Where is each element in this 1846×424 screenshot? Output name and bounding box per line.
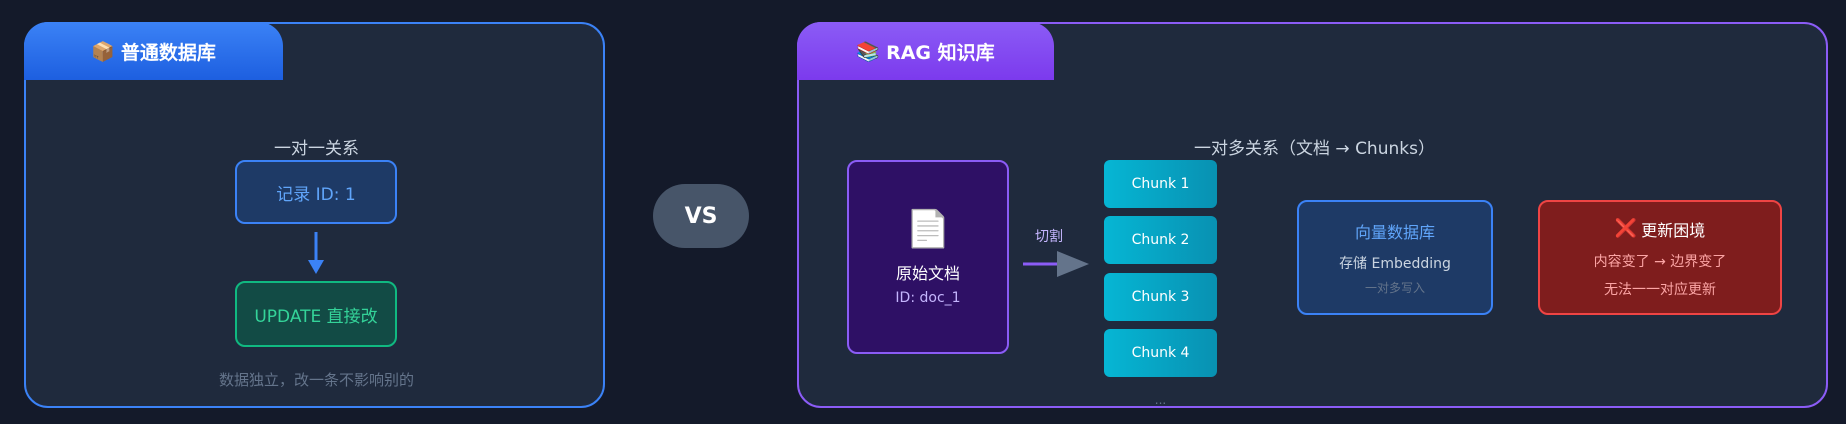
independence-note: 数据独立，改一条不影响别的 [218,371,414,389]
chunk-item: Chunk 3 [1104,273,1217,321]
one-to-many-subtitle: 一对多关系（文档 → Chunks） [1194,139,1435,159]
package-icon: 📦 [91,40,115,63]
record-label: 记录 ID: 1 [276,184,356,205]
down-arrow-icon [308,232,324,274]
update-label: UPDATE 直接改 [254,306,378,327]
books-icon: 📚 [856,40,881,63]
document-id: ID: doc_1 [895,290,961,306]
rag-knowledge-panel: 📚 RAG 知识库 一对多关系（文档 → Chunks） 📄 原始文档 ID: … [797,22,1828,408]
chunk-item: Chunk 4 [1104,329,1217,377]
no-one-to-one-note: 无法一一对应更新 [1604,281,1716,298]
normal-database-panel: 📦 普通数据库 一对一关系 记录 ID: 1 UPDATE 直接改 数据独立，改… [24,22,605,408]
chunks-ellipsis: ... [1154,393,1167,407]
rag-knowledge-title: RAG 知识库 [886,41,995,64]
normal-database-header: 📦 普通数据库 [24,22,283,80]
cross-icon: ❌ [1614,218,1638,239]
original-document-box: 📄 原始文档 ID: doc_1 [847,160,1009,354]
chunk-item: Chunk 1 [1104,160,1217,208]
boundary-change-note: 内容变了 → 边界变了 [1593,253,1727,270]
one-to-one-subtitle: 一对一关系 [274,139,359,159]
normal-database-title: 普通数据库 [120,41,216,64]
update-dilemma-title: 更新困境 [1641,220,1706,240]
vs-badge: VS [653,184,749,248]
vector-database-box: 向量数据库 存储 Embedding 一对多写入 [1297,200,1493,315]
vs-label: VS [684,203,718,229]
update-box: UPDATE 直接改 [235,281,397,347]
document-icon: 📄 [905,209,951,250]
vector-db-storage: 存储 Embedding [1339,256,1451,272]
document-title: 原始文档 [895,264,960,283]
chunk-item: Chunk 2 [1104,216,1217,264]
split-label: 切割 [1035,229,1063,245]
split-arrow-icon [1023,251,1089,277]
update-dilemma-box: ❌ 更新困境 内容变了 → 边界变了 无法一一对应更新 [1538,200,1782,315]
vector-db-write-mode: 一对多写入 [1364,281,1425,295]
vector-db-title: 向量数据库 [1354,223,1435,242]
rag-knowledge-header: 📚 RAG 知识库 [797,22,1054,80]
record-box: 记录 ID: 1 [235,160,397,224]
